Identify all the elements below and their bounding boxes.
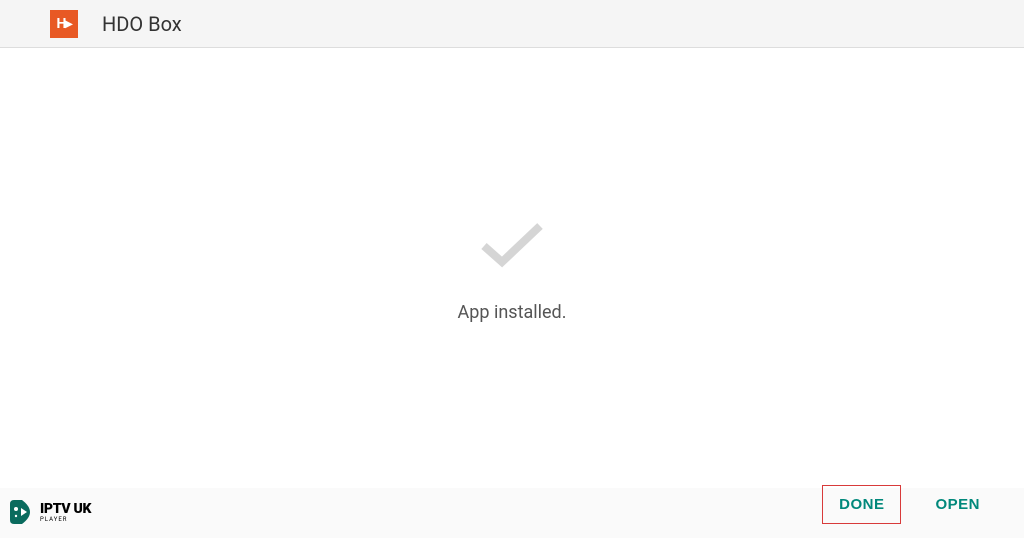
checkmark-icon (472, 214, 552, 278)
watermark-main-text: IPTV UK (40, 502, 91, 516)
app-title: HDO Box (102, 12, 182, 36)
header-bar: H▸ HDO Box (0, 0, 1024, 48)
watermark-play-icon (8, 500, 36, 524)
done-button[interactable]: DONE (822, 485, 901, 524)
app-icon-letter: H▸ (57, 16, 72, 32)
watermark-sub-text: PLAYER (40, 517, 91, 523)
app-icon: H▸ (50, 10, 78, 38)
watermark-logo: IPTV UK PLAYER (8, 500, 91, 524)
main-content: App installed. (0, 48, 1024, 488)
open-button[interactable]: OPEN (919, 486, 996, 523)
watermark-text: IPTV UK PLAYER (40, 502, 91, 523)
status-text: App installed. (458, 302, 567, 323)
footer-actions: DONE OPEN (822, 485, 996, 524)
